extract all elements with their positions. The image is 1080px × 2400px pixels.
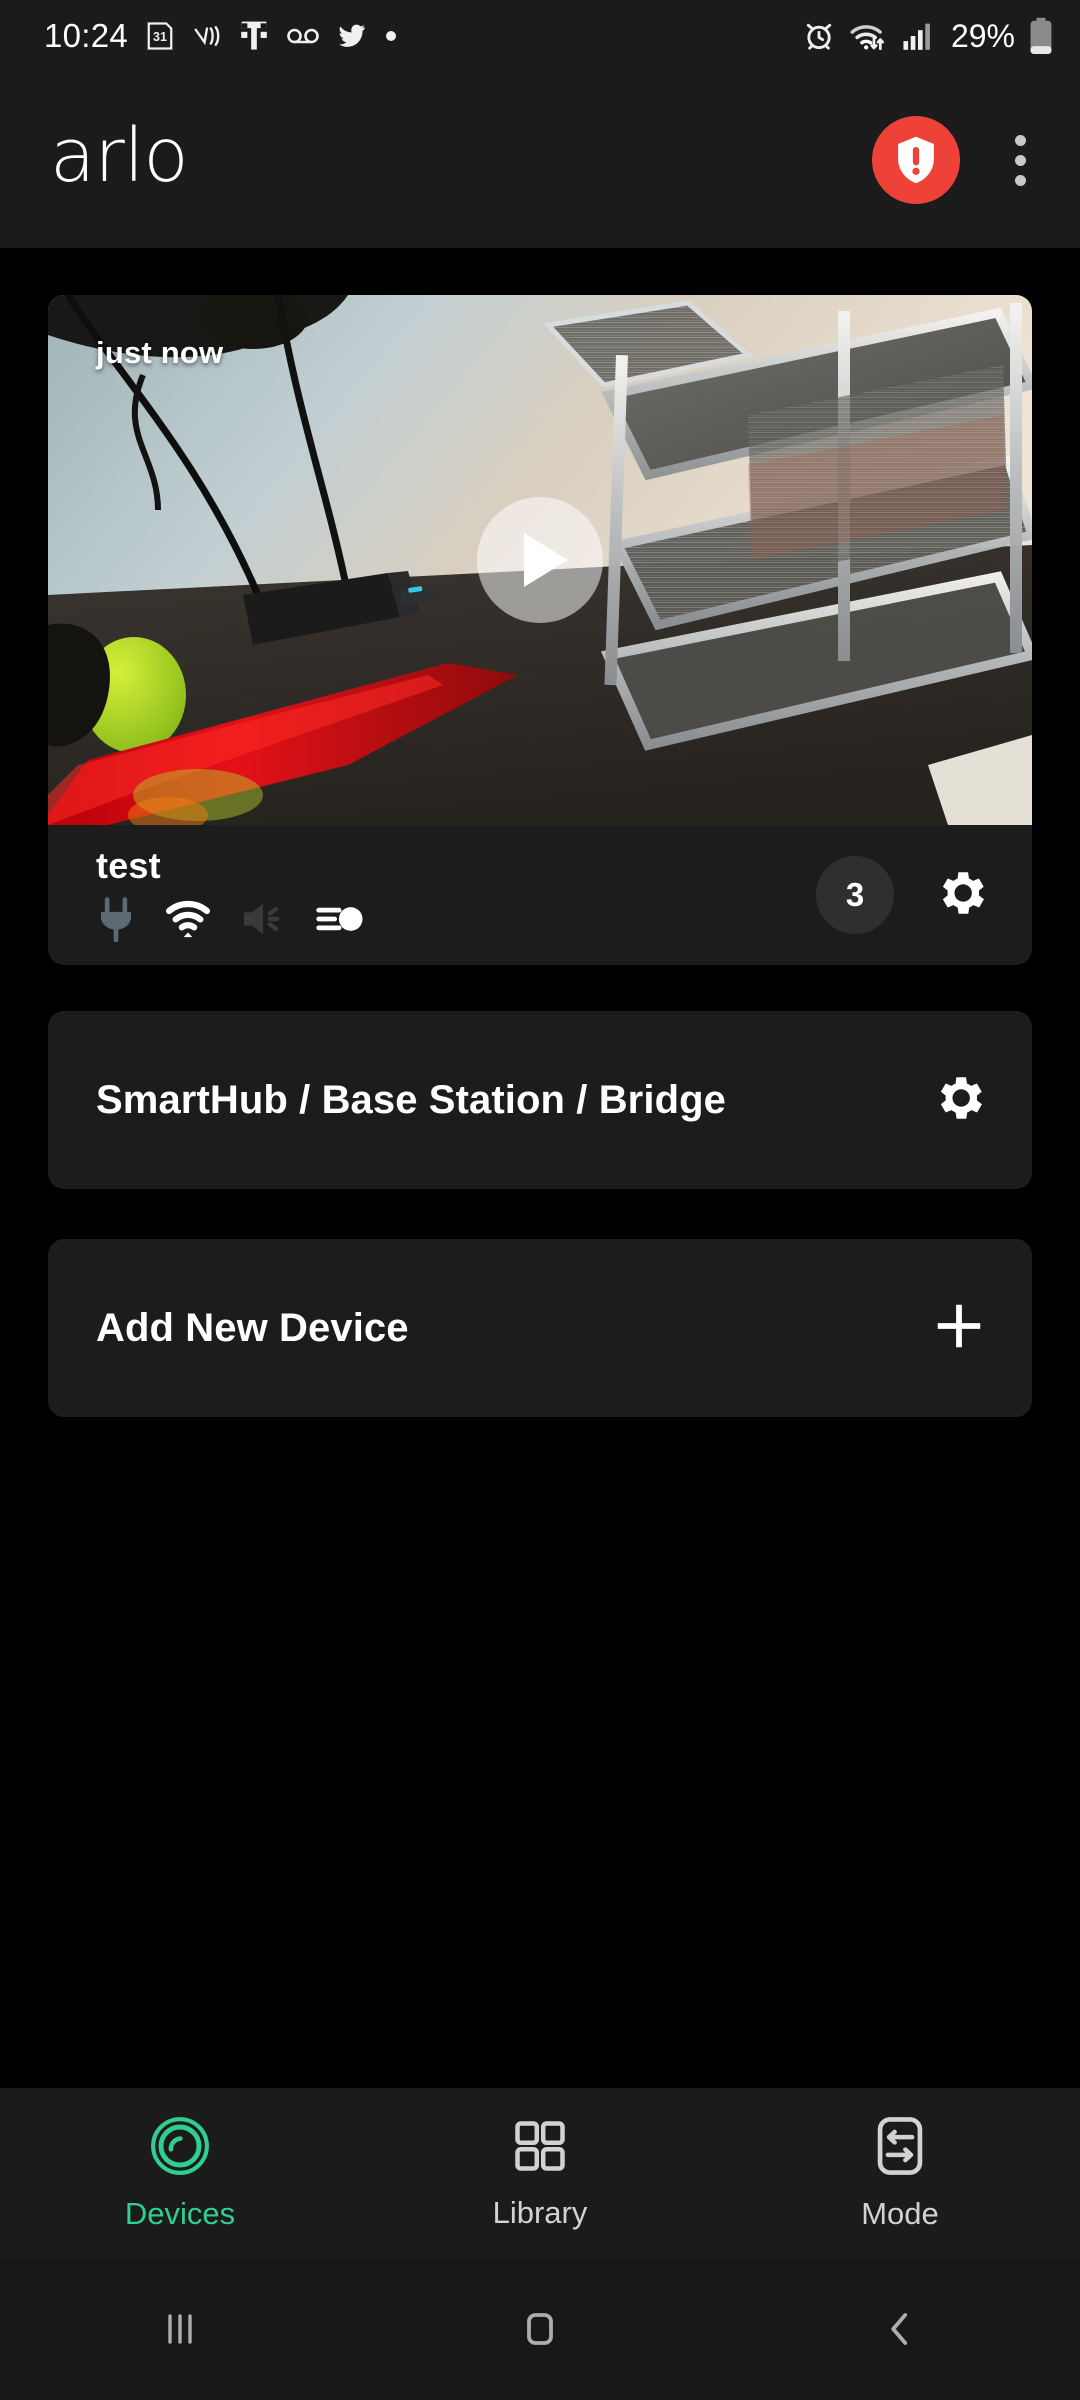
svg-text:31: 31 xyxy=(153,30,167,44)
alarm-icon xyxy=(802,19,836,53)
app-header-actions xyxy=(872,116,1054,204)
camera-lens-icon xyxy=(149,2115,211,2182)
speaker-muted-icon xyxy=(240,898,286,945)
battery-icon xyxy=(1028,17,1054,55)
camera-card-actions: 3 xyxy=(816,856,990,934)
cellular-signal-icon xyxy=(902,21,934,51)
camera-card: just now test 3 xyxy=(48,295,1032,965)
gear-icon[interactable] xyxy=(932,864,990,927)
status-bar: 10:24 31 29% xyxy=(0,0,1080,72)
nav-label-library: Library xyxy=(492,2194,588,2230)
nav-label-mode: Mode xyxy=(861,2195,939,2231)
recording-count-badge[interactable]: 3 xyxy=(816,856,894,934)
smarthub-row[interactable]: SmartHub / Base Station / Bridge xyxy=(48,1011,1032,1189)
arlo-logo: arlo xyxy=(50,113,189,199)
status-bar-right: 29% xyxy=(802,17,1054,55)
t-mobile-icon xyxy=(239,20,269,52)
camera-info: test xyxy=(96,845,364,946)
status-bar-left: 10:24 31 xyxy=(44,17,398,55)
vibrate-off-icon xyxy=(192,21,222,51)
timestamp-label: just now xyxy=(96,335,224,370)
nav-item-devices[interactable]: Devices xyxy=(0,2115,360,2232)
gear-icon[interactable] xyxy=(930,1069,988,1132)
app-header: arlo xyxy=(0,72,1080,248)
camera-card-footer: test 3 xyxy=(48,825,1032,965)
nav-item-library[interactable]: Library xyxy=(360,2116,720,2231)
add-new-device-row[interactable]: Add New Device xyxy=(48,1239,1032,1417)
plus-icon[interactable] xyxy=(930,1297,988,1360)
spotlight-icon xyxy=(316,901,364,942)
smarthub-label: SmartHub / Base Station / Bridge xyxy=(96,1077,726,1122)
nav-label-devices: Devices xyxy=(124,2195,236,2231)
camera-thumbnail[interactable]: just now xyxy=(48,295,1032,825)
play-icon[interactable] xyxy=(477,497,603,623)
power-plug-icon xyxy=(96,896,136,947)
bottom-navigation: Devices Library Mode xyxy=(0,2088,1080,2258)
nav-item-mode[interactable]: Mode xyxy=(720,2115,1080,2232)
main-content: just now test 3 SmartHub / Base Station … xyxy=(0,248,1080,2088)
add-new-device-label: Add New Device xyxy=(96,1305,409,1350)
calendar-31-icon: 31 xyxy=(145,21,175,51)
battery-percent-label: 29% xyxy=(950,17,1015,54)
voicemail-icon xyxy=(286,24,320,48)
mode-toggle-icon xyxy=(871,2115,929,2182)
status-bar-clock: 10:24 xyxy=(44,17,129,54)
android-navigation-bar xyxy=(0,2258,1080,2400)
camera-name: test xyxy=(96,844,161,886)
recents-icon[interactable] xyxy=(0,2307,360,2351)
wifi-signal-icon xyxy=(166,899,210,944)
kebab-menu-icon[interactable] xyxy=(986,116,1054,204)
shield-exclamation-icon[interactable] xyxy=(872,116,960,204)
twitter-icon xyxy=(337,22,367,50)
wifi-transfer-icon xyxy=(849,19,889,53)
home-icon[interactable] xyxy=(360,2307,720,2351)
phone-screen: 10:24 31 29% arlo just now test 3 SmartH… xyxy=(0,0,1080,2400)
back-icon[interactable] xyxy=(720,2307,1080,2351)
dot-icon xyxy=(384,29,398,43)
grid-squares-icon xyxy=(510,2116,570,2181)
camera-status-icons xyxy=(96,896,364,947)
